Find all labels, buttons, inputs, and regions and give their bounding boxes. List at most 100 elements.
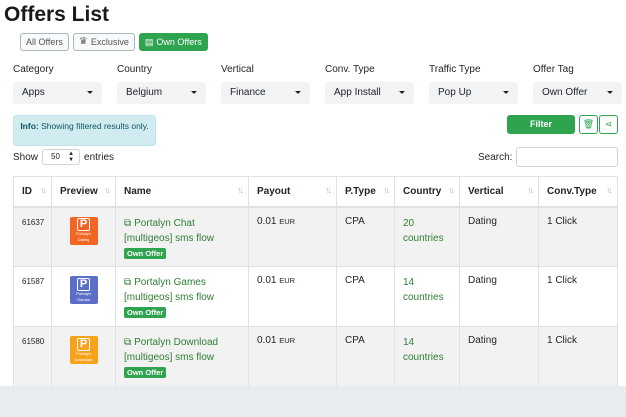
table-row[interactable]: 61587 P Portalyn Games ⧉ Portalyn Games [mult…	[13, 266, 618, 327]
share-icon[interactable]: ⋖	[599, 115, 618, 134]
offer-name: Portalyn Chat [multigeos] sms flow	[124, 217, 215, 244]
search-label: Search:	[478, 151, 513, 163]
offer-name: Portalyn Download [multigeos] sms flow	[124, 337, 219, 363]
column-title: Conv.Type	[547, 185, 597, 197]
country-cell: 14 countries	[394, 266, 460, 327]
offer-name-link[interactable]: ⧉ Portalyn Chat [multigeos] sms flow	[124, 216, 240, 246]
caret-down-icon	[295, 91, 301, 94]
payout-value: 0.01	[257, 335, 277, 346]
column-header-conv-type[interactable]: Conv.Type ↑↓	[538, 176, 618, 208]
payout-currency: EUR	[279, 336, 296, 345]
offer-id: 61587	[22, 277, 45, 286]
preview-sub: Games	[77, 296, 90, 302]
tab-own-offers[interactable]: ▤ Own Offers	[138, 33, 208, 51]
sort-icon: ↑↓	[527, 185, 534, 195]
filter-label: Category	[13, 64, 54, 75]
caret-down-icon	[607, 91, 613, 94]
sort-icon: ↑↓	[104, 185, 111, 195]
countries-link[interactable]: 14 countries	[403, 275, 451, 305]
column-header-vertical[interactable]: Vertical ↑↓	[459, 176, 539, 208]
table-row[interactable]: 61637 P Portalyn Dating ⧉ Portalyn Chat [mult…	[13, 206, 618, 267]
sort-icon: ↑↓	[448, 185, 455, 195]
select-value: Belgium	[126, 87, 163, 98]
offer-tag-select[interactable]: Own Offer	[533, 82, 622, 104]
ptype-cell: CPA	[336, 206, 395, 267]
search-input[interactable]	[516, 147, 619, 167]
ptype-cell: CPA	[336, 326, 395, 387]
offers-table: ID ↑↓ Preview ↑↓ Name ↑↓ Payout ↑↓ P.Type ↑↓ …	[13, 176, 618, 387]
conv-type-value: 1 Click	[547, 275, 578, 286]
filter-conv-type: Conv. Type App Install	[325, 64, 429, 104]
own-offer-badge: Own Offer	[124, 367, 167, 378]
preview-thumbnail[interactable]: P Portalyn Download	[69, 336, 98, 364]
filter-button[interactable]: Filter	[507, 115, 575, 134]
vertical-value: Dating	[468, 215, 497, 227]
countries-link[interactable]: 20 countries	[403, 216, 451, 246]
category-select[interactable]: Apps	[13, 82, 102, 104]
tab-label: Own Offers	[156, 37, 202, 47]
entries-label: entries	[84, 151, 115, 163]
preview-sub: Dating	[77, 237, 90, 242]
column-header-payout[interactable]: Payout ↑↓	[248, 176, 337, 208]
offer-id-cell: 61637	[13, 206, 52, 267]
column-header-preview[interactable]: Preview ↑↓	[51, 176, 116, 208]
column-header-country[interactable]: Country ↑↓	[394, 176, 460, 208]
table-row[interactable]: 61580 P Portalyn Download ⧉ Portalyn Download…	[13, 326, 618, 387]
caret-down-icon	[399, 91, 405, 94]
caret-down-icon	[503, 91, 509, 94]
select-value: Apps	[22, 87, 45, 98]
info-text: Showing filtered results only.	[41, 121, 149, 131]
column-header-ptype[interactable]: P.Type ↑↓	[336, 176, 395, 208]
external-link-icon: ⧉	[124, 277, 132, 288]
column-title: ID	[22, 185, 32, 197]
tab-all-offers[interactable]: All Offers	[20, 33, 69, 51]
country-select[interactable]: Belgium	[117, 82, 206, 104]
entries-select[interactable]: 50 ▲ ▼	[42, 149, 81, 165]
filter-category: Category Apps	[13, 64, 117, 104]
select-value: Finance	[230, 87, 266, 98]
trash-icon[interactable]: 🗑	[579, 115, 598, 134]
info-prefix: Info:	[20, 121, 39, 131]
preview-thumbnail[interactable]: P Portalyn Dating	[69, 216, 98, 245]
filter-label: Traffic Type	[429, 64, 481, 75]
offer-name-link[interactable]: ⧉ Portalyn Games [multigeos] sms flow	[124, 275, 240, 305]
payout-cell: 0.01 EUR	[248, 266, 337, 327]
caret-down-icon	[87, 91, 93, 94]
bottom-bar	[0, 386, 626, 417]
vertical-cell: Dating	[459, 206, 539, 267]
own-offer-badge: Own Offer	[124, 247, 167, 259]
conv-type-value: 1 Click	[547, 335, 578, 346]
vertical-cell: Dating	[459, 266, 539, 327]
sort-icon: ↑↓	[237, 185, 244, 195]
vertical-select[interactable]: Finance	[221, 82, 310, 104]
preview-thumbnail[interactable]: P Portalyn Games	[69, 276, 98, 304]
payout-cell: 0.01 EUR	[248, 206, 337, 267]
own-offer-badge: Own Offer	[124, 307, 167, 318]
ptype-cell: CPA	[336, 266, 395, 327]
preview-cell: P Portalyn Download	[51, 326, 116, 387]
preview-cell: P Portalyn Games	[51, 266, 116, 327]
select-value: 50	[51, 152, 60, 161]
column-header-id[interactable]: ID ↑↓	[13, 176, 52, 208]
conv-type-cell: 1 Click	[538, 266, 618, 327]
conv-type-select[interactable]: App Install	[325, 82, 414, 104]
vertical-value: Dating	[468, 335, 497, 346]
ptype-value: CPA	[345, 275, 365, 286]
external-link-icon: ⧉	[124, 217, 132, 229]
vertical-value: Dating	[468, 275, 497, 286]
column-title: Preview	[60, 185, 98, 197]
offer-name: Portalyn Games [multigeos] sms flow	[124, 277, 215, 303]
tab-exclusive[interactable]: ♛ Exclusive	[72, 33, 135, 51]
filter-label: Offer Tag	[533, 64, 574, 75]
column-title: P.Type	[345, 185, 376, 197]
filter-offer-tag: Offer Tag Own Offer	[533, 64, 626, 104]
column-header-name[interactable]: Name ↑↓	[115, 176, 249, 208]
conv-type-cell: 1 Click	[538, 326, 618, 387]
offer-name-link[interactable]: ⧉ Portalyn Download [multigeos] sms flow	[124, 335, 240, 365]
page-title: Offers List	[4, 3, 110, 26]
traffic-type-select[interactable]: Pop Up	[429, 82, 518, 104]
column-title: Name	[124, 185, 152, 197]
countries-link[interactable]: 14 countries	[403, 335, 451, 365]
portalyn-logo-icon: P	[76, 277, 91, 291]
select-value: Pop Up	[438, 87, 472, 98]
